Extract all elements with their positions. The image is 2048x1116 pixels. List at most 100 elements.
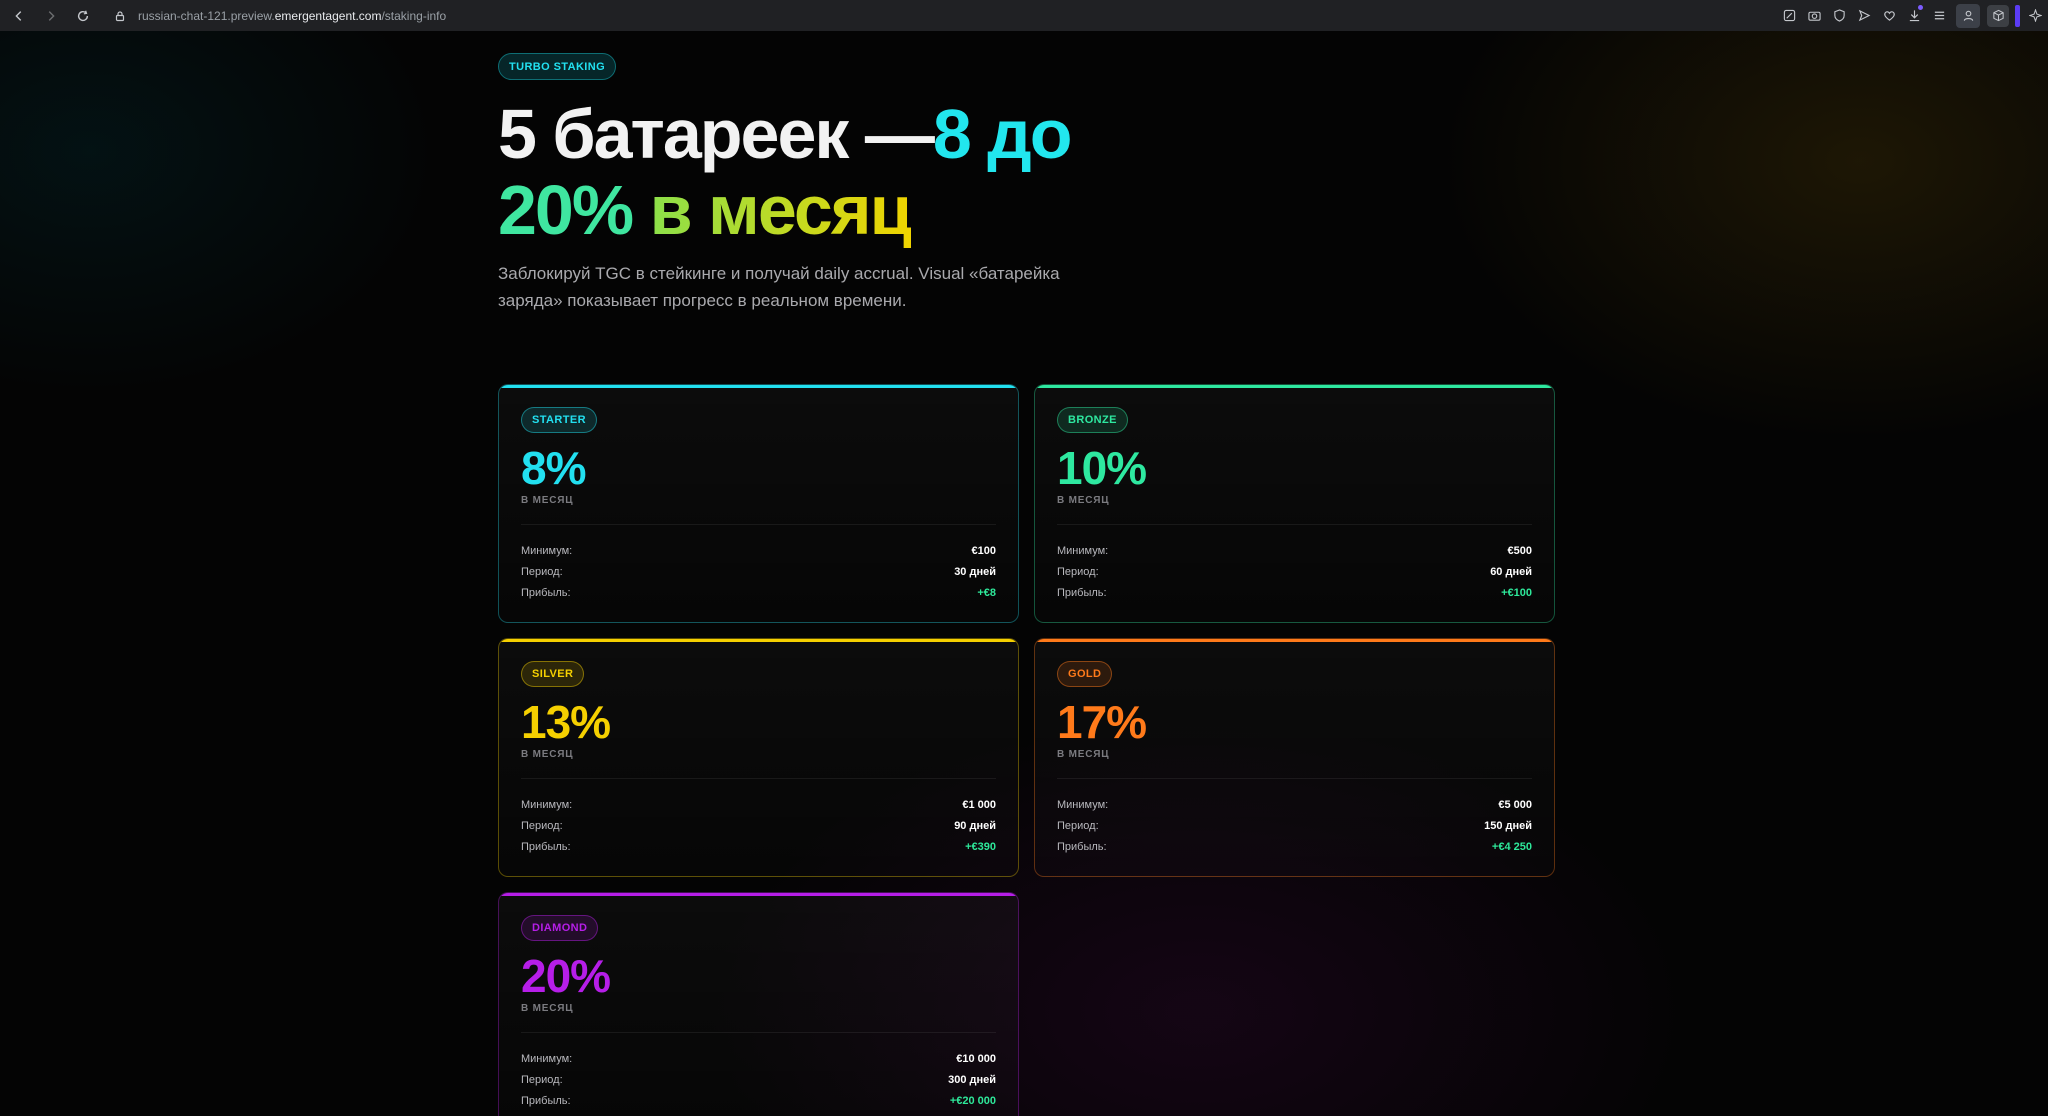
tier-badge: SILVER: [521, 661, 585, 687]
extension-indicator[interactable]: [2015, 4, 2020, 27]
sparkle-icon[interactable]: [2023, 0, 2048, 31]
toolbar-actions: [1777, 0, 2048, 31]
profile-icon[interactable]: [1956, 3, 1980, 28]
tier-card-starter[interactable]: STARTER 8% В МЕСЯЦ Минимум: €100 Период: 3…: [498, 384, 1019, 623]
back-icon[interactable]: [8, 5, 30, 27]
card-divider: [521, 1032, 996, 1033]
period-row: Период: 150 дней: [1057, 815, 1532, 836]
min-label: Минимум:: [521, 544, 573, 557]
staking-info-page: TURBO STAKING 5 батареек —8 до 20% в меся…: [0, 31, 2048, 1116]
shield-icon[interactable]: [1827, 0, 1852, 31]
profit-value: +€100: [1501, 586, 1532, 599]
profit-row: Прибыль: +€8: [521, 582, 996, 603]
rate-period-label: В МЕСЯЦ: [1057, 495, 1110, 506]
tier-rate: 20%: [521, 950, 611, 1002]
lock-icon: [114, 10, 126, 22]
tier-card-diamond[interactable]: DIAMOND 20% В МЕСЯЦ Минимум: €10 000 Пери…: [498, 892, 1019, 1116]
card-divider: [1057, 778, 1532, 779]
heart-icon[interactable]: [1877, 0, 1902, 31]
tier-badge: STARTER: [521, 407, 597, 433]
profit-label: Прибыль:: [1057, 586, 1107, 599]
card-divider: [1057, 524, 1532, 525]
profit-value: +€8: [977, 586, 996, 599]
profit-value: +€20 000: [949, 1094, 996, 1107]
profit-label: Прибыль:: [521, 586, 571, 599]
period-label: Период:: [521, 819, 563, 832]
min-value: €500: [1507, 544, 1532, 557]
card-divider: [521, 524, 996, 525]
card-accent-bar: [499, 639, 1018, 642]
period-value: 30 дней: [954, 565, 996, 578]
page-title: 5 батареек —8 до 20% в месяц: [498, 96, 1198, 248]
card-divider: [521, 778, 996, 779]
reload-icon[interactable]: [72, 5, 94, 27]
rate-period-label: В МЕСЯЦ: [521, 495, 574, 506]
min-label: Минимум:: [1057, 798, 1109, 811]
rate-period-label: В МЕСЯЦ: [521, 749, 574, 760]
turbo-staking-badge: TURBO STAKING: [498, 53, 617, 80]
tier-details: Минимум: €500 Период: 60 дней Прибыль: +€10…: [1057, 540, 1532, 603]
period-label: Период:: [1057, 565, 1099, 578]
min-value: €100: [971, 544, 996, 557]
period-row: Период: 90 дней: [521, 815, 996, 836]
extension-cube-icon[interactable]: [1987, 4, 2009, 27]
period-row: Период: 30 дней: [521, 561, 996, 582]
download-icon[interactable]: [1902, 0, 1927, 31]
period-row: Период: 60 дней: [1057, 561, 1532, 582]
rate-period-label: В МЕСЯЦ: [521, 1003, 574, 1014]
period-row: Период: 300 дней: [521, 1069, 996, 1090]
profit-label: Прибыль:: [521, 840, 571, 853]
min-row: Минимум: €500: [1057, 540, 1532, 561]
min-value: €5 000: [1498, 798, 1532, 811]
title-part-white: 5 батареек —: [498, 95, 935, 173]
title-part-green: 20%: [498, 171, 634, 249]
rate-period-label: В МЕСЯЦ: [1057, 749, 1110, 760]
card-accent-bar: [499, 893, 1018, 896]
tier-rate: 17%: [1057, 696, 1147, 748]
period-label: Период:: [521, 565, 563, 578]
tier-card-silver[interactable]: SILVER 13% В МЕСЯЦ Минимум: €1 000 Период…: [498, 638, 1019, 877]
url-host: emergentagent.com: [274, 8, 382, 23]
min-row: Минимум: €1 000: [521, 794, 996, 815]
period-value: 60 дней: [1490, 565, 1532, 578]
tier-card-bronze[interactable]: BRONZE 10% В МЕСЯЦ Минимум: €500 Период: 6…: [1034, 384, 1555, 623]
min-label: Минимум:: [521, 798, 573, 811]
card-accent-bar: [1035, 639, 1554, 642]
tier-details: Минимум: €10 000 Период: 300 дней Прибыль:…: [521, 1048, 996, 1111]
title-part-cyan: 8 до: [932, 95, 1073, 173]
tier-rate: 10%: [1057, 442, 1147, 494]
min-label: Минимум:: [1057, 544, 1109, 557]
profit-row: Прибыль: +€20 000: [521, 1090, 996, 1111]
address-bar[interactable]: russian-chat-121.preview. emergentagent.c…: [114, 4, 446, 28]
min-value: €1 000: [962, 798, 996, 811]
min-label: Минимум:: [521, 1052, 573, 1065]
menu-icon[interactable]: [1927, 0, 1952, 31]
profit-row: Прибыль: +€4 250: [1057, 836, 1532, 857]
period-value: 90 дней: [954, 819, 996, 832]
profit-value: +€390: [965, 840, 996, 853]
tier-badge: BRONZE: [1057, 407, 1128, 433]
forward-icon[interactable]: [40, 5, 62, 27]
tier-details: Минимум: €100 Период: 30 дней Прибыль: +€8: [521, 540, 996, 603]
min-row: Минимум: €5 000: [1057, 794, 1532, 815]
tier-rate: 8%: [521, 442, 586, 494]
edit-page-icon[interactable]: [1777, 0, 1802, 31]
title-part-yellow: в месяц: [649, 171, 913, 249]
min-value: €10 000: [956, 1052, 996, 1065]
send-icon[interactable]: [1852, 0, 1877, 31]
min-row: Минимум: €10 000: [521, 1048, 996, 1069]
period-label: Период:: [521, 1073, 563, 1086]
profit-row: Прибыль: +€100: [1057, 582, 1532, 603]
profit-label: Прибыль:: [521, 1094, 571, 1107]
min-row: Минимум: €100: [521, 540, 996, 561]
tier-rate: 13%: [521, 696, 611, 748]
period-label: Период:: [1057, 819, 1099, 832]
profit-row: Прибыль: +€390: [521, 836, 996, 857]
url-path: /staking-info: [381, 8, 447, 23]
camera-icon[interactable]: [1802, 0, 1827, 31]
period-value: 150 дней: [1484, 819, 1532, 832]
card-accent-bar: [499, 385, 1018, 388]
url-prefix: russian-chat-121.preview.: [138, 8, 275, 23]
tier-card-gold[interactable]: GOLD 17% В МЕСЯЦ Минимум: €5 000 Период: 1…: [1034, 638, 1555, 877]
profit-value: +€4 250: [1491, 840, 1532, 853]
